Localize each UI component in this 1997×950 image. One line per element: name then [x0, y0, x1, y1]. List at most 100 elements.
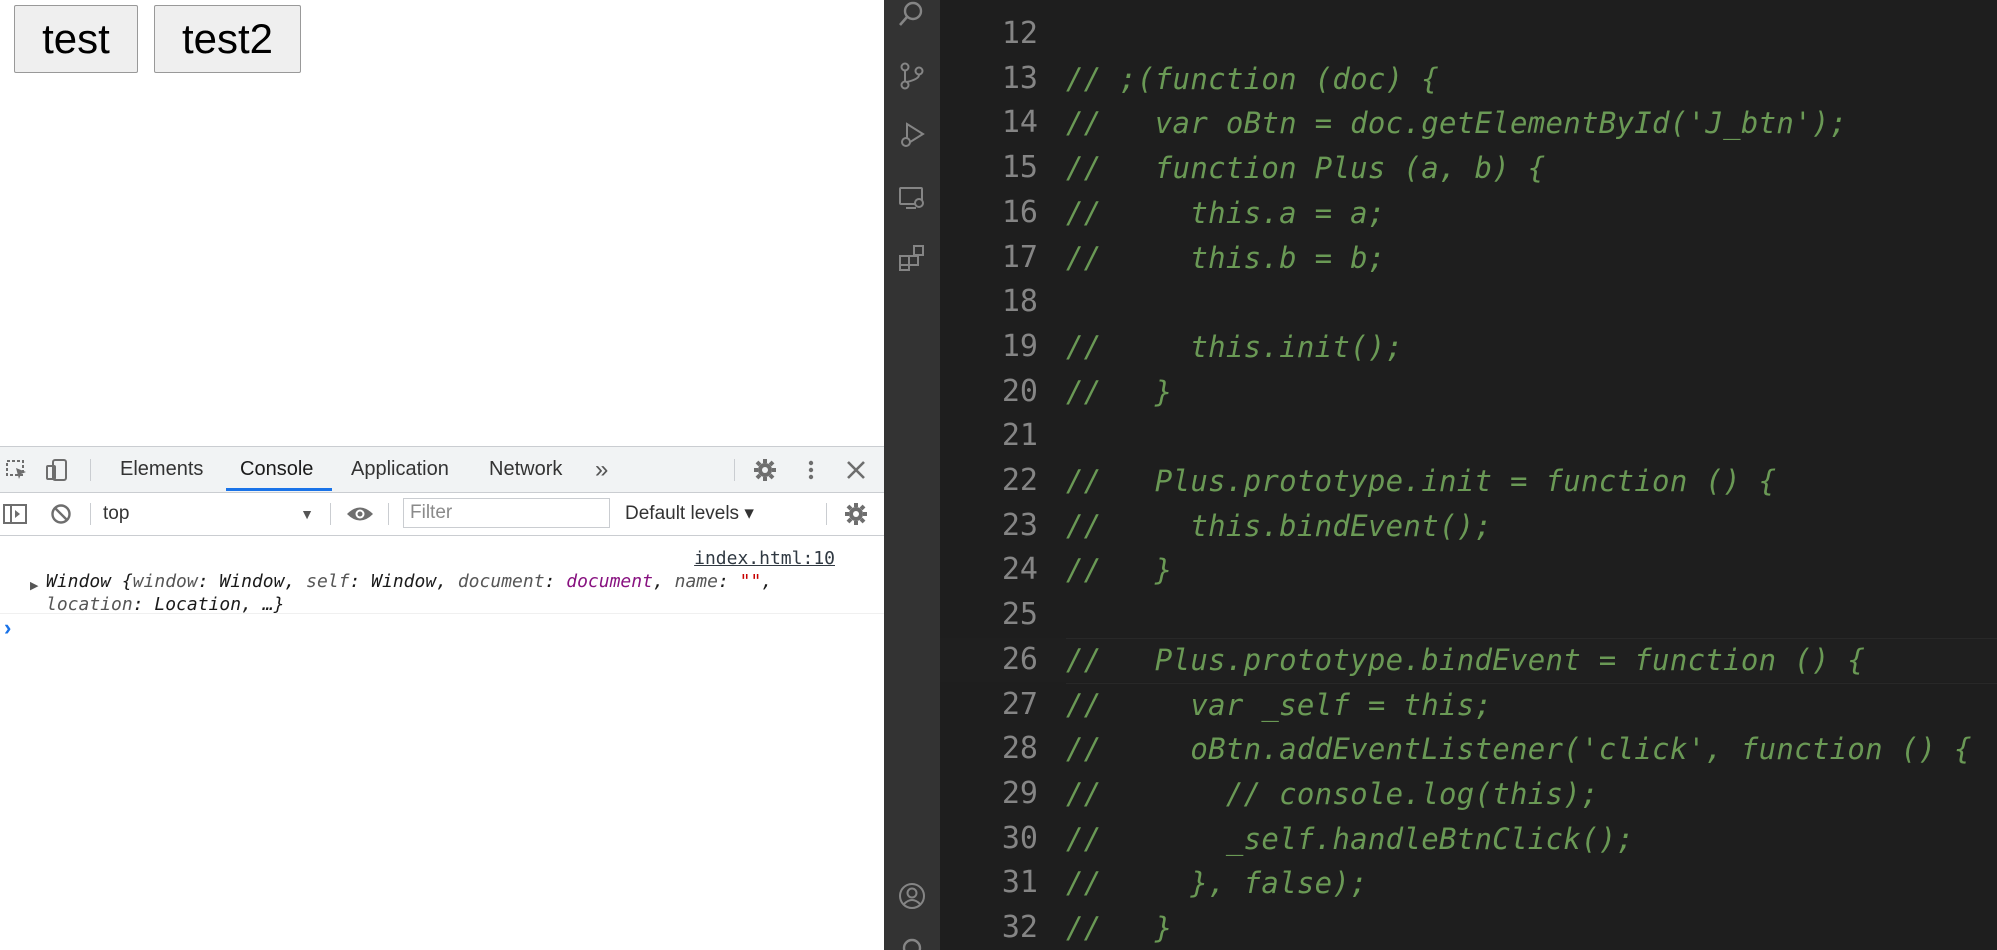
- clear-console-icon[interactable]: [48, 501, 74, 527]
- line-number: 23: [1001, 507, 1038, 543]
- code-line[interactable]: 27 // var _self = this;: [940, 683, 1997, 727]
- log-text: Window {: [46, 571, 133, 592]
- source-link[interactable]: index.html:10: [694, 548, 835, 569]
- log-entry[interactable]: Window {window: Window, self: Window, do…: [46, 570, 866, 616]
- code-line[interactable]: 28 // oBtn.addEventListener('click', func…: [940, 727, 1997, 771]
- tab-application[interactable]: Application: [351, 447, 449, 492]
- context-selector[interactable]: top ▼: [103, 498, 318, 530]
- device-toolbar-icon[interactable]: [44, 457, 70, 483]
- code-text: // }: [1066, 553, 1173, 588]
- code-editor: 12 13 // ;(function (doc) { 14 // var oBtn =…: [884, 0, 1997, 950]
- code-text: // this.init();: [1066, 329, 1404, 364]
- inspect-element-icon[interactable]: [4, 457, 30, 483]
- source-control-icon[interactable]: [892, 56, 932, 96]
- code-text: // oBtn.addEventListener('click', functi…: [1066, 732, 1972, 767]
- tab-console[interactable]: Console: [240, 447, 313, 492]
- console-settings-gear-icon[interactable]: [843, 501, 869, 527]
- code-text: // function Plus (a, b) {: [1066, 151, 1546, 186]
- devtools-tab-bar: Elements Console Application Network »: [0, 447, 884, 493]
- filter-input[interactable]: [403, 498, 610, 528]
- log-key: self: [306, 571, 350, 592]
- tab-network[interactable]: Network: [489, 447, 562, 492]
- log-text: ,: [652, 571, 675, 592]
- expand-triangle-icon[interactable]: ▶: [30, 579, 38, 592]
- log-key: location: [46, 594, 133, 615]
- code-text: // Plus.prototype.init = function () {: [1066, 464, 1777, 498]
- code-line[interactable]: 21: [940, 414, 1997, 458]
- settings-gear-icon[interactable]: [752, 457, 778, 483]
- code-text: // var oBtn = doc.getElementById('J_btn'…: [1066, 106, 1848, 141]
- line-number: 24: [1001, 552, 1038, 588]
- code-line[interactable]: 12: [940, 12, 1997, 56]
- log-key: window: [132, 571, 198, 592]
- browser-pane: test test2 Elements Console Application …: [0, 0, 884, 950]
- log-key: document: [457, 571, 545, 592]
- line-number: 17: [1001, 239, 1038, 275]
- live-expression-eye-icon[interactable]: [345, 501, 375, 527]
- log-levels-dropdown[interactable]: Default levels ▾: [625, 498, 754, 530]
- line-number: 19: [1001, 328, 1038, 364]
- log-text: ,: [761, 571, 773, 592]
- code-text: // this.a = a;: [1066, 195, 1386, 230]
- code-line[interactable]: 19 // this.init();: [940, 325, 1997, 369]
- log-string: "": [739, 571, 762, 592]
- test2-button[interactable]: test2: [154, 5, 301, 73]
- remote-explorer-icon[interactable]: [892, 178, 932, 218]
- code-text: // }: [1066, 374, 1173, 409]
- line-number: 16: [1001, 194, 1038, 230]
- devtools-panel: Elements Console Application Network » t…: [0, 446, 884, 950]
- more-options-kebab-icon[interactable]: [798, 457, 824, 483]
- code-line[interactable]: 26 // Plus.prototype.bindEvent = function…: [940, 637, 1997, 684]
- log-key: name: [674, 571, 718, 592]
- code-line[interactable]: 31 // }, false);: [940, 861, 1997, 905]
- code-line[interactable]: 18: [940, 280, 1997, 324]
- line-number: 28: [1001, 731, 1038, 767]
- log-text: :: [544, 571, 567, 592]
- test-button[interactable]: test: [14, 5, 138, 73]
- tab-elements[interactable]: Elements: [120, 447, 203, 492]
- search-icon[interactable]: [892, 0, 932, 34]
- code-line[interactable]: 14 // var oBtn = doc.getElementById('J_bt…: [940, 101, 1997, 145]
- console-prompt[interactable]: ›: [4, 615, 11, 641]
- code-text: // _self.handleBtnClick();: [1066, 821, 1635, 856]
- code-line[interactable]: 13 // ;(function (doc) {: [940, 57, 1997, 101]
- log-value: document: [566, 571, 653, 592]
- manage-gear-icon[interactable]: [892, 928, 932, 950]
- code-line[interactable]: 32 // }: [940, 906, 1997, 950]
- line-number: 21: [1001, 418, 1038, 454]
- line-number: 15: [1001, 150, 1038, 186]
- code-text: // Plus.prototype.bindEvent = function (…: [1066, 642, 1866, 677]
- line-number: 32: [1001, 910, 1038, 945]
- line-number: 14: [1001, 105, 1038, 141]
- code-line[interactable]: 24 // }: [940, 548, 1997, 592]
- code-line[interactable]: 23 // this.bindEvent();: [940, 504, 1997, 548]
- code-line[interactable]: 30 // _self.handleBtnClick();: [940, 817, 1997, 861]
- code-line[interactable]: 17 // this.b = b;: [940, 236, 1997, 280]
- code-text: // ;(function (doc) {: [1066, 61, 1439, 96]
- log-text: :: [717, 571, 740, 592]
- code-line[interactable]: 16 // this.a = a;: [940, 191, 1997, 235]
- code-line[interactable]: 15 // function Plus (a, b) {: [940, 146, 1997, 190]
- code-line[interactable]: 29 // // console.log(this);: [940, 772, 1997, 816]
- account-icon[interactable]: [892, 876, 932, 916]
- line-number: 25: [1001, 597, 1038, 633]
- show-sidebar-icon[interactable]: [2, 501, 28, 527]
- log-text: : Window,: [197, 571, 307, 592]
- log-text: : Location, …}: [132, 594, 285, 615]
- close-devtools-icon[interactable]: [843, 457, 869, 483]
- line-number: 26: [1001, 641, 1038, 677]
- console-toolbar: top ▼ Default levels ▾: [0, 493, 884, 536]
- code-line[interactable]: 22 // Plus.prototype.init = function () {: [940, 459, 1997, 503]
- more-tabs-chevron-icon[interactable]: »: [595, 447, 608, 492]
- divider: [0, 613, 884, 614]
- dropdown-caret-icon: ▼: [300, 506, 314, 522]
- run-debug-icon[interactable]: [892, 115, 932, 155]
- extensions-icon[interactable]: [892, 238, 932, 278]
- activity-bar: [884, 0, 940, 950]
- line-number: 20: [1001, 373, 1038, 409]
- line-number: 18: [1001, 284, 1038, 320]
- line-number: 29: [1001, 775, 1038, 811]
- code-line[interactable]: 20 // }: [940, 370, 1997, 414]
- code-line[interactable]: 25: [940, 593, 1997, 637]
- code-text: // }, false);: [1066, 866, 1368, 901]
